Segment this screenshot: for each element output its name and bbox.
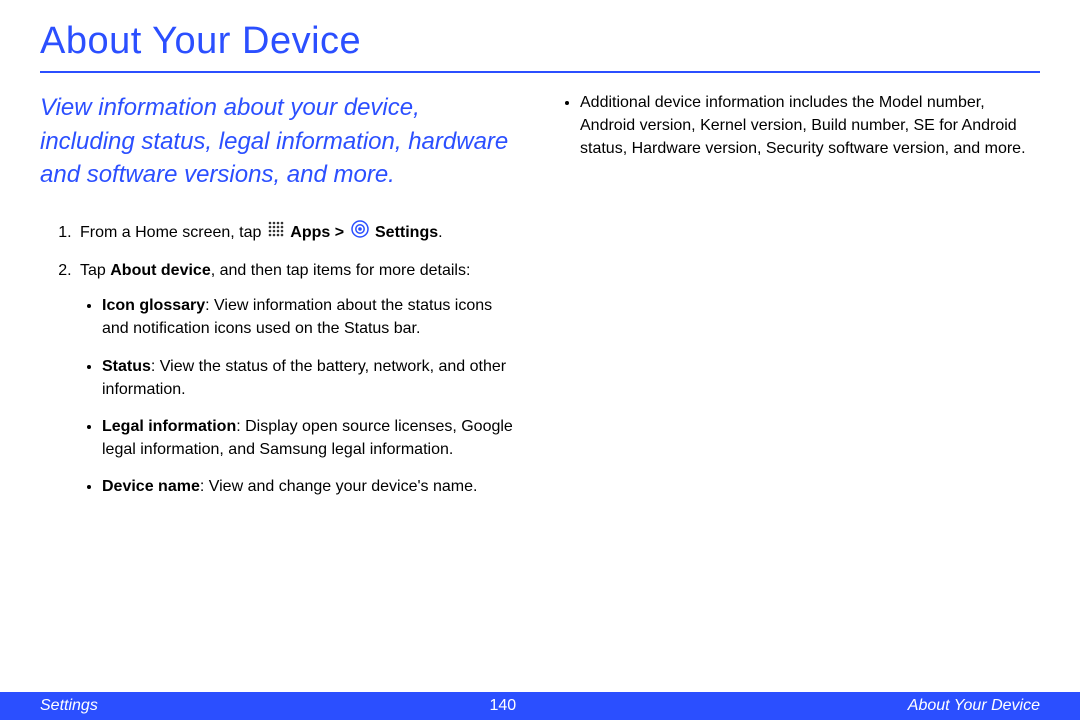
intro-text: View information about your device, incl… [40, 91, 520, 192]
step-2-bold: About device [110, 262, 210, 279]
item-desc: : View the status of the battery, networ… [102, 358, 506, 398]
footer-left: Settings [40, 697, 98, 715]
title-rule [40, 71, 1040, 73]
page-title: About Your Device [40, 20, 1040, 63]
item-label: Icon glossary [102, 297, 205, 314]
step-2-prefix: Tap [80, 262, 110, 279]
left-column: View information about your device, incl… [40, 91, 520, 512]
item-label: Legal information [102, 418, 236, 435]
step-1: From a Home screen, tap Apps > [76, 220, 520, 245]
details-list: Icon glossary: View information about th… [80, 294, 520, 498]
list-item: Device name: View and change your device… [102, 475, 520, 498]
footer-page-number: 140 [489, 697, 516, 715]
right-list: Additional device information includes t… [560, 91, 1040, 161]
step-1-apps: Apps [290, 224, 330, 241]
apps-grid-icon [268, 221, 284, 244]
step-1-prefix: From a Home screen, tap [80, 224, 266, 241]
content-columns: View information about your device, incl… [40, 91, 1040, 512]
page-footer: Settings 140 About Your Device [0, 692, 1080, 720]
step-1-settings: Settings [375, 224, 438, 241]
item-desc: : View and change your device's name. [200, 478, 478, 495]
steps-list: From a Home screen, tap Apps > [40, 220, 520, 499]
step-2: Tap About device, and then tap items for… [76, 259, 520, 499]
item-label: Device name [102, 478, 200, 495]
list-item: Legal information: Display open source l… [102, 415, 520, 461]
settings-gear-icon [351, 220, 369, 245]
step-1-sep: > [335, 224, 349, 241]
footer-right: About Your Device [908, 697, 1040, 715]
step-1-suffix: . [438, 224, 442, 241]
list-item: Icon glossary: View information about th… [102, 294, 520, 340]
item-label: Status [102, 358, 151, 375]
list-item: Additional device information includes t… [580, 91, 1040, 161]
right-column: Additional device information includes t… [560, 91, 1040, 512]
step-2-suffix: , and then tap items for more details: [211, 262, 471, 279]
list-item: Status: View the status of the battery, … [102, 355, 520, 401]
